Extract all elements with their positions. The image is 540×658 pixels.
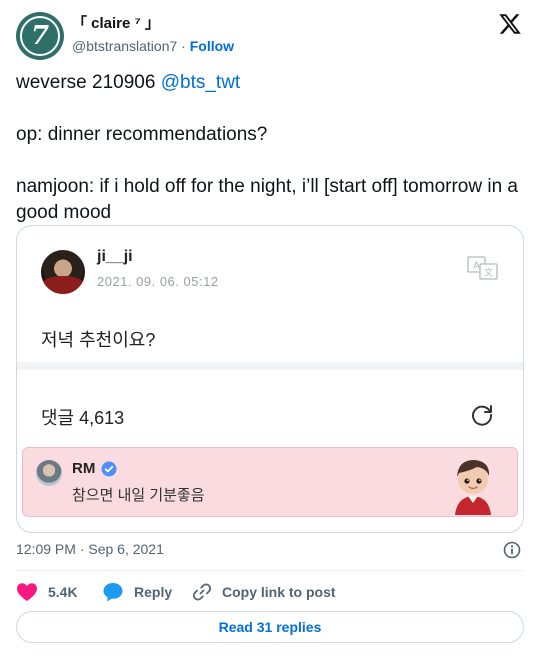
author-avatar[interactable]: 7	[16, 12, 64, 60]
follow-button[interactable]: Follow	[190, 38, 234, 54]
copy-link-label: Copy link to post	[222, 584, 336, 600]
post-date: 2021. 09. 06. 05:12	[97, 274, 219, 289]
tweet-timestamp[interactable]: 12:09 PM · Sep 6, 2021	[16, 541, 164, 557]
reply-button[interactable]: Reply	[102, 580, 172, 604]
tweet-header: 7 「 claire ⁷ 」 @btstranslation7 · Follow	[16, 12, 524, 60]
link-icon	[192, 583, 212, 601]
author-handle[interactable]: @btstranslation7	[72, 38, 177, 54]
avatar-glyph: 7	[30, 21, 50, 51]
copy-link-button[interactable]: Copy link to post	[192, 580, 336, 604]
like-count: 5.4K	[48, 584, 78, 600]
verified-badge-icon	[101, 461, 117, 477]
handle-separator: ·	[177, 38, 190, 54]
section-divider	[17, 362, 523, 370]
mention-link[interactable]: @bts_twt	[161, 72, 240, 93]
tweet-line-2: op: dinner recommendations?	[16, 124, 268, 145]
translate-icon: A 文	[467, 256, 498, 280]
comment-username: RM	[72, 460, 96, 477]
author-display-name[interactable]: 「 claire ⁷ 」	[72, 14, 234, 34]
comment-avatar	[36, 460, 62, 486]
highlighted-comment: RM 참으면 내일 기분좋음	[22, 447, 518, 517]
tweet-line-3: namjoon: if i hold off for the night, i’…	[16, 176, 518, 223]
character-sticker-icon	[455, 460, 491, 515]
author-info: 「 claire ⁷ 」 @btstranslation7 · Follow	[72, 14, 234, 56]
post-avatar	[41, 250, 85, 294]
heart-icon	[17, 583, 37, 601]
comment-text: 참으면 내일 기분좋음	[72, 487, 205, 504]
svg-text:文: 文	[484, 267, 493, 279]
post-username: ji__ji	[97, 248, 133, 265]
reply-icon	[103, 583, 123, 602]
embedded-screenshot[interactable]: ji__ji 2021. 09. 06. 05:12 A 文 저녁 추천이요? …	[16, 225, 524, 533]
reply-label: Reply	[134, 584, 173, 600]
info-icon[interactable]	[503, 541, 521, 559]
read-replies-button[interactable]: Read 31 replies	[16, 611, 524, 643]
post-body: 저녁 추천이요?	[41, 330, 156, 350]
x-logo-icon[interactable]	[498, 12, 522, 36]
like-button[interactable]: 5.4K	[16, 580, 78, 604]
refresh-icon	[472, 405, 493, 426]
tweet-line-1: weverse 210906	[16, 72, 161, 93]
comments-count: 댓글 4,613	[41, 408, 125, 428]
svg-text:A: A	[473, 261, 480, 272]
divider	[16, 570, 524, 571]
action-bar: 5.4K Reply Copy link to post	[16, 580, 524, 604]
tweet-text: weverse 210906 @bts_twt op: dinner recom…	[16, 70, 526, 226]
